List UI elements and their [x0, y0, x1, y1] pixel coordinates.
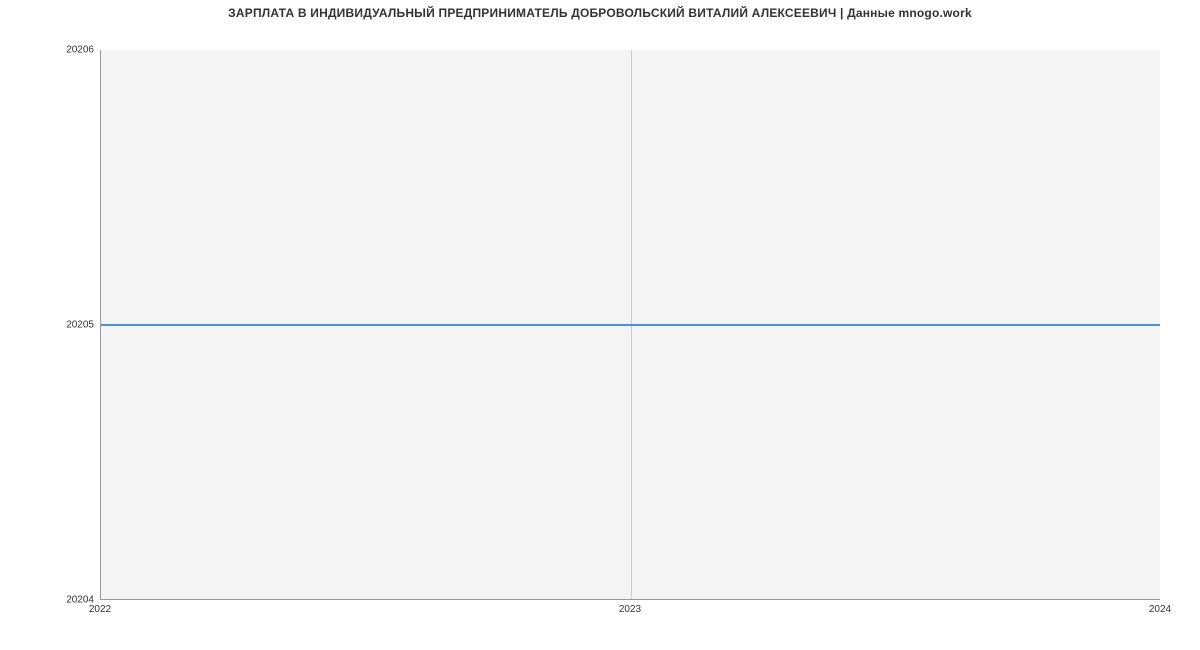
- y-tick-label: 20205: [4, 320, 94, 331]
- chart-title: ЗАРПЛАТА В ИНДИВИДУАЛЬНЫЙ ПРЕДПРИНИМАТЕЛ…: [0, 6, 1200, 20]
- plot-area: [100, 50, 1160, 600]
- y-tick-label: 20204: [4, 595, 94, 606]
- data-line: [101, 324, 1160, 326]
- vertical-gridline: [631, 50, 632, 599]
- horizontal-gridline: [101, 50, 1160, 325]
- x-tick-label: 2022: [89, 604, 111, 615]
- y-tick-label: 20206: [4, 45, 94, 56]
- x-tick-label: 2023: [619, 604, 641, 615]
- x-tick-label: 2024: [1149, 604, 1171, 615]
- chart-container: ЗАРПЛАТА В ИНДИВИДУАЛЬНЫЙ ПРЕДПРИНИМАТЕЛ…: [0, 0, 1200, 650]
